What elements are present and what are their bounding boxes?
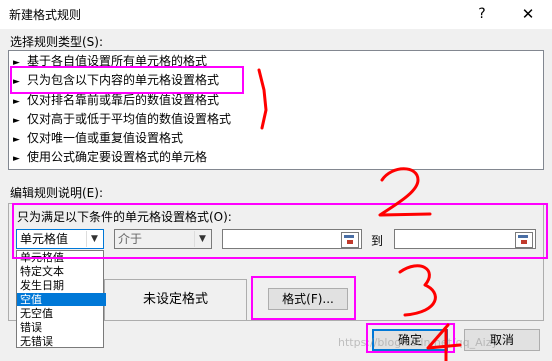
annotation-3-stroke <box>398 264 437 317</box>
annotation-label-2: 2 <box>0 0 1 1</box>
annotation-label-3: 3 <box>0 0 1 1</box>
annotation-label-4: 4 <box>0 0 1 1</box>
annotation-layer: 1 2 3 4 <box>0 0 462 361</box>
annotation-label-1: 1 <box>0 0 1 1</box>
annotation-1-stroke <box>257 68 268 130</box>
annotation-2-stroke <box>378 167 432 217</box>
annotation-4-stroke <box>426 323 462 361</box>
